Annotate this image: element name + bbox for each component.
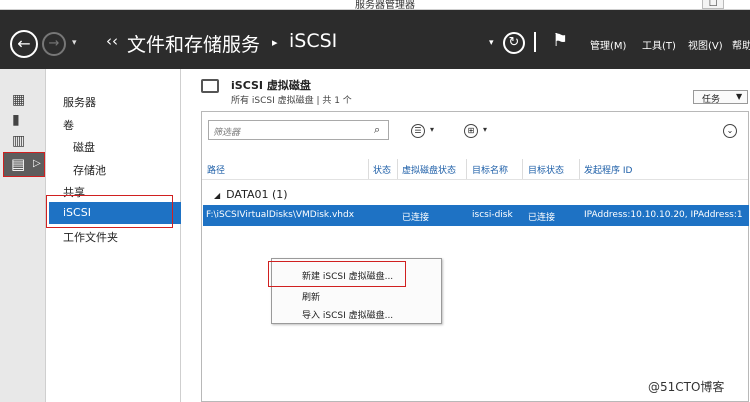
expand-arrow-icon[interactable]: ▷ [33, 158, 41, 169]
menu-item-refresh[interactable]: 刷新 [302, 290, 320, 303]
filter-input[interactable]: 筛选器 ⌕ [208, 120, 389, 140]
table-row[interactable]: F:\iSCSIVirtualDisks\VMDisk.vhdx 已连接 isc… [203, 205, 749, 226]
column-header-target-name[interactable]: 目标名称 [472, 163, 508, 176]
notifications-flag-icon[interactable]: ⚑ [552, 32, 568, 50]
collapse-expand-icon[interactable]: ⌄ [723, 124, 737, 138]
breadcrumb-overflow-icon[interactable]: ‹‹ [106, 32, 118, 50]
column-header-initiator-id[interactable]: 发起程序 ID [584, 163, 632, 176]
breadcrumb-separator-icon: ▸ [272, 36, 278, 49]
maximize-button[interactable]: □ [702, 0, 724, 9]
back-button[interactable]: ← [10, 30, 38, 58]
group-header-data01[interactable]: ◢ DATA01 (1) [214, 188, 288, 201]
watermark: @51CTO博客 [648, 380, 725, 394]
refresh-icon[interactable]: ↻ [503, 32, 525, 54]
section-subtitle: 所有 iSCSI 虚拟磁盘 | 共 1 个 [231, 96, 352, 106]
local-server-icon[interactable]: ▮ [12, 112, 20, 128]
menu-view[interactable]: 视图(V) [688, 37, 723, 52]
cell-path: F:\iSCSIVirtualDisks\VMDisk.vhdx [206, 210, 355, 220]
menu-tools[interactable]: 工具(T) [642, 37, 676, 52]
save-query-icon[interactable]: ⊞ [464, 124, 478, 138]
virtual-disk-panel: 筛选器 ⌕ ☰ ▾ ⊞ ▾ ⌄ 路径 状态 虚拟磁盘状态 目标名称 目标状态 发… [201, 111, 749, 402]
menu-item-import-virtual-disk[interactable]: 导入 iSCSI 虚拟磁盘... [302, 308, 393, 321]
filter-placeholder: 筛选器 [213, 128, 241, 138]
section-title: iSCSI 虚拟磁盘 [231, 79, 311, 92]
menu-help[interactable]: 帮助 [732, 37, 750, 52]
file-storage-icon: ▤ [11, 155, 26, 173]
header-rule [202, 179, 748, 180]
breadcrumb-file-storage[interactable]: 文件和存储服务 [127, 30, 260, 57]
all-servers-icon[interactable]: ▥ [12, 133, 25, 149]
group-label: DATA01 (1) [226, 188, 288, 201]
icon-rail: ▦ ▮ ▥ ▤ ▷ [0, 69, 46, 402]
main-content: iSCSI 虚拟磁盘 所有 iSCSI 虚拟磁盘 | 共 1 个 任务 ▼ 筛选… [181, 69, 750, 402]
nav-item-storage-pools[interactable]: 存储池 [73, 162, 106, 178]
title-bar: 服务器管理器 □ [0, 0, 750, 11]
column-header-path[interactable]: 路径 [207, 163, 225, 176]
group-collapse-icon[interactable]: ◢ [214, 191, 220, 200]
annotation-outline-new-disk [268, 261, 406, 287]
column-divider [522, 159, 523, 179]
column-header-status[interactable]: 状态 [373, 163, 391, 176]
nav-panel: 服务器 卷 磁盘 存储池 共享 iSCSI 工作文件夹 [46, 69, 181, 402]
nav-item-disks[interactable]: 磁盘 [73, 139, 95, 155]
search-icon[interactable]: ⌕ [374, 123, 380, 137]
nav-item-work-folders[interactable]: 工作文件夹 [63, 229, 118, 245]
column-divider [368, 159, 369, 179]
column-divider [579, 159, 580, 179]
menu-manage[interactable]: 管理(M) [590, 37, 626, 52]
column-divider [397, 159, 398, 179]
nav-item-volumes[interactable]: 卷 [63, 117, 74, 133]
tasks-button[interactable]: 任务 ▼ [693, 90, 748, 105]
cell-target-name: iscsi-disk [472, 210, 513, 220]
header-divider [534, 32, 536, 52]
column-header-target-status[interactable]: 目标状态 [528, 163, 564, 176]
nav-item-servers[interactable]: 服务器 [63, 94, 96, 110]
forward-button[interactable]: → [42, 32, 66, 56]
save-query-caret-icon[interactable]: ▾ [483, 125, 487, 134]
tasks-dropdown-icon: ▼ [736, 92, 743, 101]
list-options-icon[interactable]: ☰ [411, 124, 425, 138]
breadcrumb-dropdown-icon[interactable]: ▾ [489, 38, 494, 48]
tasks-label: 任务 [702, 95, 721, 105]
dashboard-icon[interactable]: ▦ [12, 92, 25, 108]
column-divider [466, 159, 467, 179]
breadcrumb-iscsi: iSCSI [289, 30, 338, 52]
column-header-disk-status[interactable]: 虚拟磁盘状态 [402, 163, 456, 176]
app-header: ← → ▾ ‹‹ 文件和存储服务 ▸ iSCSI ▾ ↻ ⚑ 管理(M) 工具(… [0, 10, 750, 69]
cell-target-status: 已连接 [528, 213, 556, 223]
history-dropdown-icon[interactable]: ▾ [72, 38, 77, 48]
cell-disk-status: 已连接 [402, 213, 430, 223]
file-storage-rail-item[interactable]: ▤ ▷ [3, 152, 45, 177]
virtual-disk-icon [201, 79, 219, 93]
list-options-caret-icon[interactable]: ▾ [430, 125, 434, 134]
cell-initiator-id: IPAddress:10.10.10.20, IPAddress:1 [584, 210, 743, 220]
annotation-outline-iscsi [46, 195, 173, 228]
